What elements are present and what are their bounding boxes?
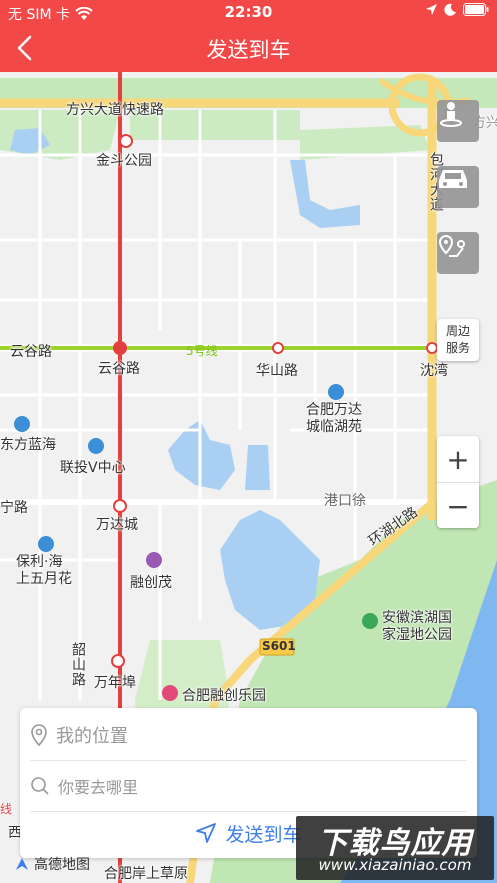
- road-label: 方兴大道快速路: [66, 102, 164, 118]
- metro-line-label: 线: [0, 802, 13, 816]
- map-pin-route-icon: [438, 234, 465, 257]
- poi-label[interactable]: 合肥融创乐园: [182, 685, 266, 705]
- location-arrow-icon: [426, 4, 437, 15]
- shopping-icon: [146, 552, 162, 568]
- park-icon: [362, 613, 378, 629]
- zoom-in-button[interactable]: +: [437, 436, 479, 483]
- poi-label[interactable]: 东方蓝海: [0, 434, 56, 454]
- zoom-control: + −: [437, 436, 479, 528]
- search-destination-input[interactable]: 你要去哪里: [30, 761, 467, 812]
- poi-label[interactable]: 安徽滨湖国家湿地公园: [382, 610, 460, 644]
- person-location-button[interactable]: [437, 100, 479, 142]
- station-label[interactable]: 万年埠: [94, 672, 136, 692]
- route-button[interactable]: [437, 232, 479, 274]
- nearby-services-button[interactable]: 周边 服务: [437, 319, 479, 361]
- building-icon: [88, 438, 104, 454]
- moon-icon: [444, 3, 456, 16]
- nearby-label-2: 服务: [445, 341, 470, 355]
- road-label: 云谷路: [10, 344, 52, 360]
- poi-label[interactable]: 合肥万达城临湖苑: [306, 402, 370, 436]
- clock: 22:30: [224, 3, 273, 21]
- car-icon: [439, 170, 467, 188]
- page-title: 发送到车: [206, 38, 291, 62]
- poi-label[interactable]: 合肥岸上草原: [104, 863, 188, 883]
- station-label[interactable]: 华山路: [256, 360, 298, 380]
- road-label: 韶山路: [70, 642, 86, 687]
- nearby-label-1: 周边: [445, 324, 470, 338]
- poi-label[interactable]: 联投V中心: [60, 457, 126, 477]
- search-placeholder: 你要去哪里: [58, 778, 139, 797]
- amap-logo-icon: [16, 858, 28, 870]
- my-location-field[interactable]: 我的位置: [30, 710, 467, 761]
- station-label[interactable]: 沈湾: [420, 360, 448, 380]
- poi-label[interactable]: 保利·海上五月花: [16, 554, 76, 588]
- poi-label[interactable]: 金斗公园: [96, 150, 152, 170]
- amusement-icon: [162, 685, 178, 701]
- my-location-placeholder: 我的位置: [56, 726, 128, 747]
- amap-logo: 高德地图: [14, 854, 90, 874]
- site-watermark: 下载鸟应用 www.xiazainiao.com: [296, 816, 494, 880]
- place-label: 港口徐: [324, 493, 366, 509]
- search-icon: [31, 777, 49, 795]
- battery-icon: [463, 3, 489, 16]
- amap-logo-text: 高德地图: [34, 857, 90, 873]
- navigation-arrow-icon: [196, 823, 217, 843]
- station-label[interactable]: 云谷路: [98, 358, 140, 378]
- location-pin-icon: [31, 724, 47, 746]
- nav-bar: 发送到车: [0, 24, 497, 72]
- status-icons: [425, 3, 489, 16]
- person-pin-icon: [440, 102, 462, 127]
- building-icon: [14, 416, 30, 432]
- watermark-url: www.xiazainiao.com: [318, 856, 472, 874]
- building-icon: [328, 384, 344, 400]
- building-icon: [38, 536, 54, 552]
- station-label[interactable]: 万达城: [96, 514, 138, 534]
- road-label: 宁路: [0, 500, 28, 516]
- highway-shield: S601: [262, 639, 296, 653]
- car-location-button[interactable]: [437, 166, 479, 208]
- zoom-out-button[interactable]: −: [437, 483, 479, 529]
- poi-label[interactable]: 融创茂: [130, 572, 172, 592]
- metro-line-label: 5号线: [186, 344, 218, 358]
- status-bar: 无 SIM 卡 22:30: [0, 0, 497, 24]
- send-to-car-label: 发送到车: [225, 823, 302, 846]
